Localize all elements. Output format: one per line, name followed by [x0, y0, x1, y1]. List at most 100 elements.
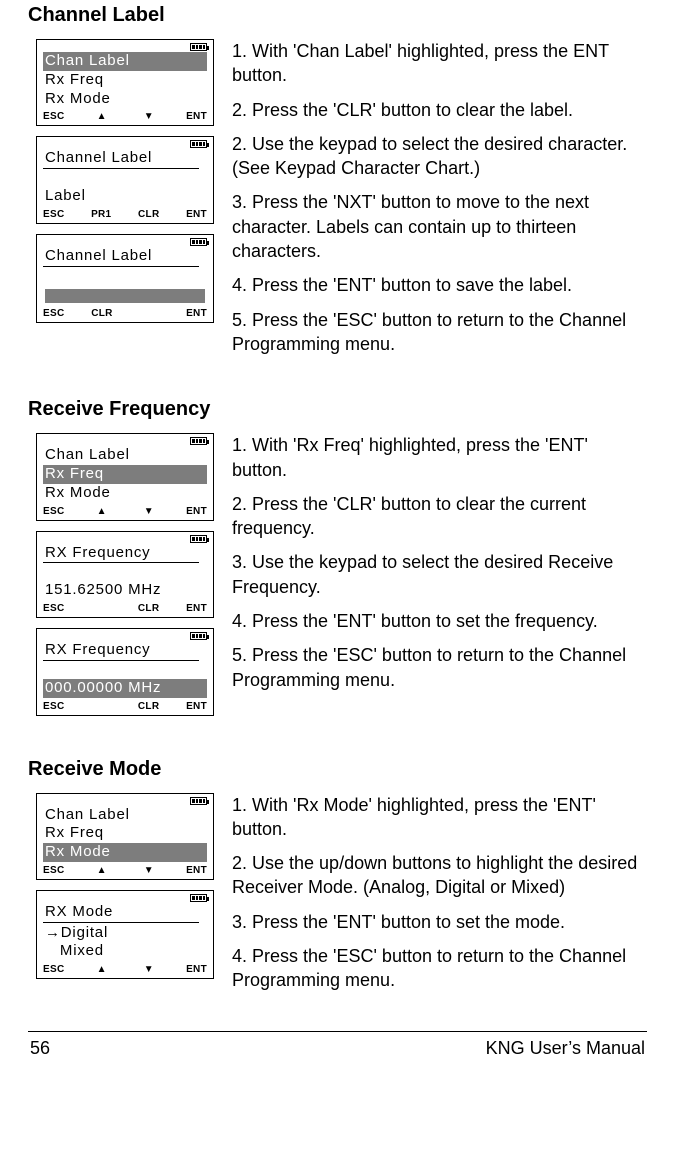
softkey-row: ESC CLR ENT	[37, 602, 213, 617]
step-text: 3. Use the keypad to select the desired …	[232, 550, 647, 599]
softkey-up[interactable]: ▲	[92, 865, 112, 876]
menu-item: Rx Mode	[43, 484, 207, 503]
screen-title: RX Frequency	[43, 641, 199, 661]
battery-icon	[190, 437, 207, 445]
manual-title: KNG User’s Manual	[486, 1038, 645, 1059]
softkey-ent[interactable]: ENT	[186, 964, 207, 975]
battery-icon	[190, 535, 207, 543]
softkey-ent[interactable]: ENT	[186, 865, 207, 876]
page-number: 56	[30, 1038, 50, 1059]
screen-rm-1: Chan Label Rx Freq Rx Mode ESC ▲ ▼ ENT	[36, 793, 214, 880]
softkey-row: ESC ▲ ▼ ENT	[37, 505, 213, 520]
screen-title: Channel Label	[43, 149, 199, 169]
battery-icon	[190, 894, 207, 902]
step-text: 3. Press the 'NXT' button to move to the…	[232, 190, 647, 263]
step-text: 5. Press the 'ESC' button to return to t…	[232, 643, 647, 692]
softkey-esc[interactable]: ESC	[43, 308, 64, 319]
softkey-esc[interactable]: ESC	[43, 506, 64, 517]
softkey-down[interactable]: ▼	[139, 506, 159, 517]
softkey-ent[interactable]: ENT	[186, 701, 207, 712]
menu-item: Rx Freq	[43, 465, 207, 484]
section-channel-label: Channel Label Chan Label Rx Freq Rx Mode…	[28, 0, 647, 366]
screen-cl-2: Channel Label Label ESC PR1 CLR ENT	[36, 136, 214, 224]
softkey-row: ESC CLR ENT	[37, 307, 213, 322]
softkey-esc[interactable]: ESC	[43, 603, 64, 614]
screen-title: RX Mode	[43, 903, 199, 923]
battery-icon	[190, 238, 207, 246]
step-text: 5. Press the 'ESC' button to return to t…	[232, 308, 647, 357]
screen-rf-1: Chan Label Rx Freq Rx Mode ESC ▲ ▼ ENT	[36, 433, 214, 520]
menu-item: Chan Label	[43, 446, 207, 465]
softkey-esc[interactable]: ESC	[43, 111, 64, 122]
step-text: 1. With 'Chan Label' highlighted, press …	[232, 39, 647, 88]
softkey-ent[interactable]: ENT	[186, 603, 207, 614]
blank-line	[43, 662, 207, 679]
heading-receive-mode: Receive Mode	[28, 754, 647, 781]
softkey-down[interactable]: ▼	[139, 964, 159, 975]
screen-value: 151.62500 MHz	[43, 581, 207, 600]
screen-cl-1: Chan Label Rx Freq Rx Mode ESC ▲ ▼ ENT	[36, 39, 214, 126]
section-receive-mode: Receive Mode Chan Label Rx Freq Rx Mode …	[28, 754, 647, 1003]
step-text: 4. Press the 'ESC' button to return to t…	[232, 944, 647, 993]
screen-value: 000.00000 MHz	[43, 679, 207, 698]
battery-icon	[190, 632, 207, 640]
softkey-clr[interactable]: CLR	[91, 308, 112, 319]
heading-receive-frequency: Receive Frequency	[28, 394, 647, 421]
step-text: 4. Press the 'ENT' button to set the fre…	[232, 609, 647, 633]
blank-line	[43, 564, 207, 581]
softkey-up[interactable]: ▲	[92, 506, 112, 517]
softkey-ent[interactable]: ENT	[186, 209, 207, 220]
screen-title: RX Frequency	[43, 544, 199, 564]
battery-icon	[190, 140, 207, 148]
softkey-row: ESC CLR ENT	[37, 700, 213, 715]
softkey-esc[interactable]: ESC	[43, 964, 64, 975]
page-footer: 56 KNG User’s Manual	[28, 1031, 647, 1073]
menu-item: Mixed	[43, 942, 207, 961]
softkey-ent[interactable]: ENT	[186, 111, 207, 122]
heading-channel-label: Channel Label	[28, 0, 647, 27]
softkey-esc[interactable]: ESC	[43, 701, 64, 712]
softkey-blank	[139, 308, 159, 319]
steps-receive-frequency: 1. With 'Rx Freq' highlighted, press the…	[218, 433, 647, 702]
softkey-row: ESC ▲ ▼ ENT	[37, 963, 213, 978]
screens-receive-mode: Chan Label Rx Freq Rx Mode ESC ▲ ▼ ENT R…	[28, 793, 218, 990]
softkey-clr[interactable]: CLR	[138, 603, 159, 614]
softkey-up[interactable]: ▲	[92, 964, 112, 975]
softkey-ent[interactable]: ENT	[186, 308, 207, 319]
softkey-up[interactable]: ▲	[92, 111, 112, 122]
step-text: 4. Press the 'ENT' button to save the la…	[232, 273, 647, 297]
menu-item: Chan Label	[43, 52, 207, 71]
softkey-row: ESC ▲ ▼ ENT	[37, 864, 213, 879]
menu-item: Rx Mode	[43, 843, 207, 862]
blank-line	[43, 268, 207, 285]
softkey-blank	[91, 603, 111, 614]
softkey-row: ESC ▲ ▼ ENT	[37, 110, 213, 125]
softkey-ent[interactable]: ENT	[186, 506, 207, 517]
softkey-down[interactable]: ▼	[139, 111, 159, 122]
softkey-pr1[interactable]: PR1	[91, 209, 111, 220]
softkey-down[interactable]: ▼	[139, 865, 159, 876]
battery-icon	[190, 797, 207, 805]
screen-cl-3: Channel Label ESC CLR ENT	[36, 234, 214, 323]
step-text: 1. With 'Rx Mode' highlighted, press the…	[232, 793, 647, 842]
softkey-esc[interactable]: ESC	[43, 209, 64, 220]
screen-rf-2: RX Frequency 151.62500 MHz ESC CLR ENT	[36, 531, 214, 619]
step-text: 2. Use the keypad to select the desired …	[232, 132, 647, 181]
step-text: 2. Use the up/down buttons to highlight …	[232, 851, 647, 900]
softkey-clr[interactable]: CLR	[138, 701, 159, 712]
blank-line	[43, 170, 207, 187]
softkey-blank	[91, 701, 111, 712]
softkey-esc[interactable]: ESC	[43, 865, 64, 876]
screen-title: Channel Label	[43, 247, 199, 267]
softkey-clr[interactable]: CLR	[138, 209, 159, 220]
menu-item: Rx Mode	[43, 90, 207, 109]
steps-channel-label: 1. With 'Chan Label' highlighted, press …	[218, 39, 647, 366]
screen-rf-3: RX Frequency 000.00000 MHz ESC CLR ENT	[36, 628, 214, 716]
screen-value: Label	[43, 187, 207, 206]
menu-item: Rx Freq	[43, 824, 207, 843]
screens-channel-label: Chan Label Rx Freq Rx Mode ESC ▲ ▼ ENT C…	[28, 39, 218, 333]
menu-item: →Digital	[43, 924, 207, 943]
step-text: 2. Press the 'CLR' button to clear the c…	[232, 492, 647, 541]
section-receive-frequency: Receive Frequency Chan Label Rx Freq Rx …	[28, 394, 647, 725]
screen-rm-2: RX Mode →Digital Mixed ESC ▲ ▼ ENT	[36, 890, 214, 979]
